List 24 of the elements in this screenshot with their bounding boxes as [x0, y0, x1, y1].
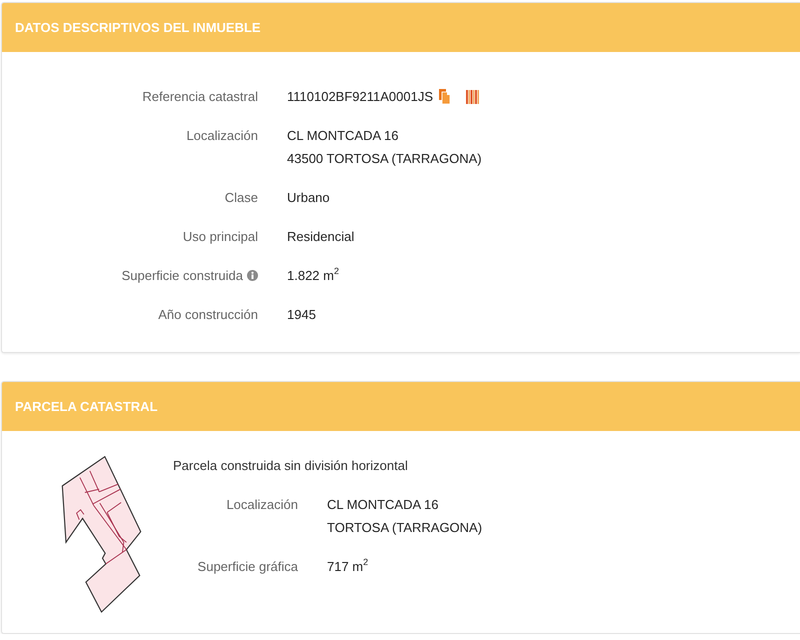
- field-value: Urbano: [287, 189, 330, 207]
- field-value: Residencial: [287, 228, 354, 246]
- field-value: 1.822 m$^{2}$: [287, 265, 339, 285]
- barcode-icon[interactable]: [466, 90, 480, 104]
- field-value: 1110102BF9211A0001JS: [287, 88, 434, 106]
- address-line: 43500 TORTOSA (TARRAGONA): [287, 150, 482, 168]
- parcel-description: Parcela construida sin división horizontal: [173, 457, 409, 475]
- copy-icon[interactable]: [439, 89, 450, 104]
- info-icon[interactable]: [247, 270, 258, 281]
- field-label: Superficie gráfica: [198, 558, 298, 576]
- address-line: TORTOSA (TARRAGONA): [327, 519, 482, 537]
- field-label: Referencia catastral: [142, 88, 258, 106]
- address-line: CL MONTCADA 16: [327, 496, 438, 514]
- section-title: DATOS DESCRIPTIVOS DEL INMUEBLE: [15, 20, 261, 35]
- field-label: Año construcción: [158, 306, 258, 324]
- field-value: 717 m$^{2}$: [327, 556, 368, 576]
- section-title: PARCELA CATASTRAL: [15, 399, 158, 414]
- field-value: 1945: [287, 306, 316, 324]
- field-label: Superficie construida: [122, 267, 243, 285]
- field-label: Clase: [224, 189, 258, 207]
- field-label: Localización: [226, 496, 298, 514]
- address-line: CL MONTCADA 16: [287, 127, 398, 145]
- field-label: Uso principal: [182, 228, 258, 246]
- field-label: Localización: [186, 127, 258, 145]
